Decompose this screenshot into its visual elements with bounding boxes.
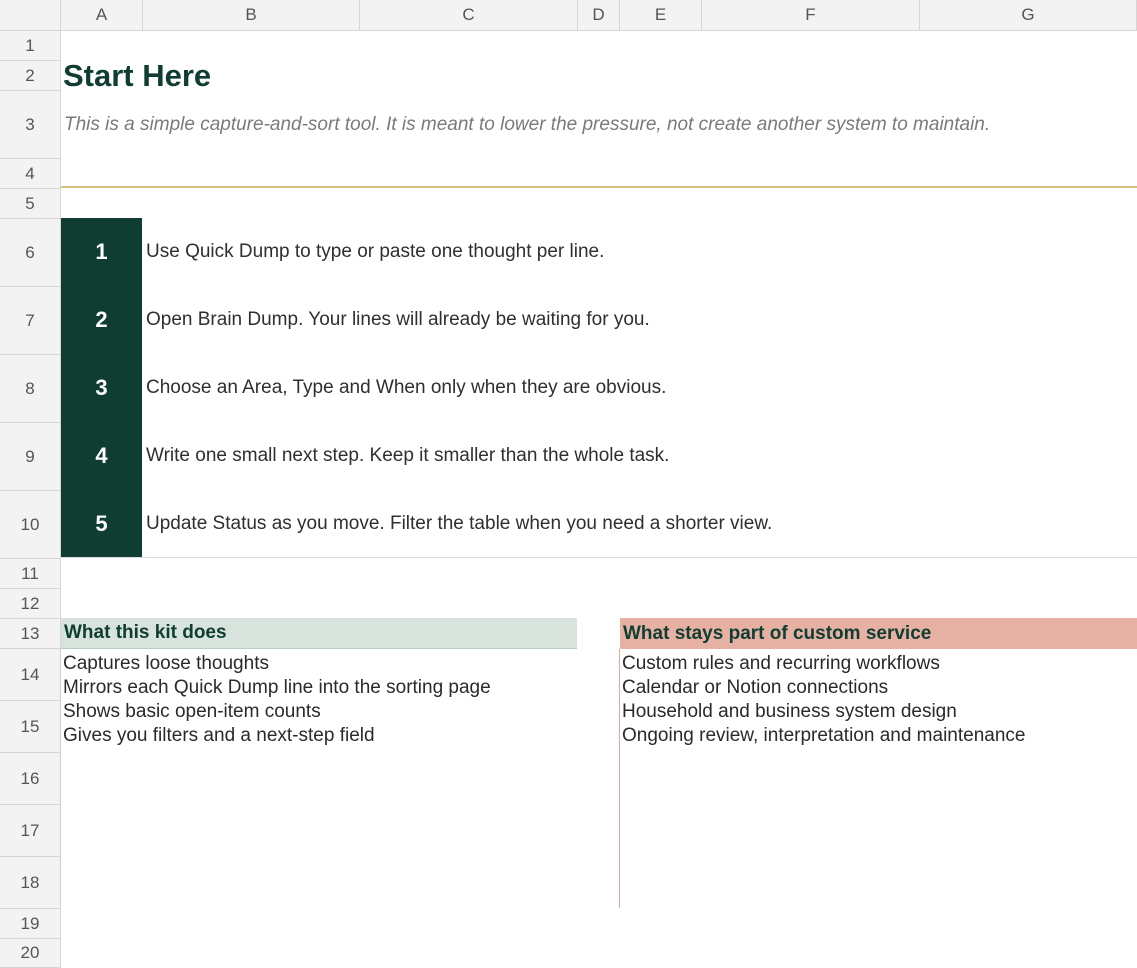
row-header-13[interactable]: 13 [0, 619, 61, 649]
row-header-9[interactable]: 9 [0, 423, 61, 491]
row-header-2[interactable]: 2 [0, 61, 61, 91]
step-text-5[interactable]: Update Status as you move. Filter the ta… [146, 490, 772, 558]
row-header-1[interactable]: 1 [0, 31, 61, 61]
list-item[interactable]: Custom rules and recurring workflows [622, 652, 1025, 676]
row-header-7[interactable]: 7 [0, 287, 61, 355]
column-header-g[interactable]: G [920, 0, 1137, 31]
row-header-16[interactable]: 16 [0, 753, 61, 805]
row-header-10[interactable]: 10 [0, 491, 61, 559]
column-header-e[interactable]: E [620, 0, 702, 31]
column-header-d[interactable]: D [578, 0, 620, 31]
sheet-title[interactable]: Start Here [63, 58, 211, 94]
step-number-4[interactable]: 4 [61, 422, 142, 490]
list-item[interactable]: Shows basic open-item counts [63, 700, 491, 724]
row-header-11[interactable]: 11 [0, 559, 61, 589]
row-header-20[interactable]: 20 [0, 939, 61, 968]
row-header-15[interactable]: 15 [0, 701, 61, 753]
column-header-c[interactable]: C [360, 0, 578, 31]
step-number-2[interactable]: 2 [61, 286, 142, 354]
custom-service-list: Custom rules and recurring workflows Cal… [622, 652, 1025, 748]
row-header-5[interactable]: 5 [0, 189, 61, 219]
row-header-19[interactable]: 19 [0, 909, 61, 939]
row-header-3[interactable]: 3 [0, 91, 61, 159]
column-header-b[interactable]: B [143, 0, 360, 31]
steps-bottom-border [61, 557, 1137, 558]
step-number-5[interactable]: 5 [61, 490, 142, 558]
row-header-18[interactable]: 18 [0, 857, 61, 909]
kit-does-list: Captures loose thoughts Mirrors each Qui… [63, 652, 491, 748]
step-text-3[interactable]: Choose an Area, Type and When only when … [146, 354, 666, 422]
column-header-f[interactable]: F [702, 0, 920, 31]
divider-rule [61, 186, 1137, 188]
row-header-8[interactable]: 8 [0, 355, 61, 423]
step-number-3[interactable]: 3 [61, 354, 142, 422]
list-item[interactable]: Calendar or Notion connections [622, 676, 1025, 700]
list-item[interactable]: Captures loose thoughts [63, 652, 491, 676]
step-text-1[interactable]: Use Quick Dump to type or paste one thou… [146, 218, 604, 286]
select-all-corner[interactable] [0, 0, 61, 31]
list-item[interactable]: Mirrors each Quick Dump line into the so… [63, 676, 491, 700]
list-item[interactable]: Gives you filters and a next-step field [63, 724, 491, 748]
custom-service-header[interactable]: What stays part of custom service [620, 618, 1137, 649]
step-text-4[interactable]: Write one small next step. Keep it small… [146, 422, 669, 490]
list-item[interactable]: Household and business system design [622, 700, 1025, 724]
sheet-subtitle[interactable]: This is a simple capture-and-sort tool. … [64, 114, 990, 136]
kit-does-border [60, 649, 61, 908]
custom-service-border [619, 649, 620, 908]
step-number-1[interactable]: 1 [61, 218, 142, 286]
row-header-4[interactable]: 4 [0, 159, 61, 189]
list-item[interactable]: Ongoing review, interpretation and maint… [622, 724, 1025, 748]
row-header-6[interactable]: 6 [0, 219, 61, 287]
kit-does-header[interactable]: What this kit does [61, 618, 577, 649]
row-header-17[interactable]: 17 [0, 805, 61, 857]
column-header-a[interactable]: A [61, 0, 143, 31]
step-text-2[interactable]: Open Brain Dump. Your lines will already… [146, 286, 650, 354]
row-header-14[interactable]: 14 [0, 649, 61, 701]
row-header-12[interactable]: 12 [0, 589, 61, 619]
